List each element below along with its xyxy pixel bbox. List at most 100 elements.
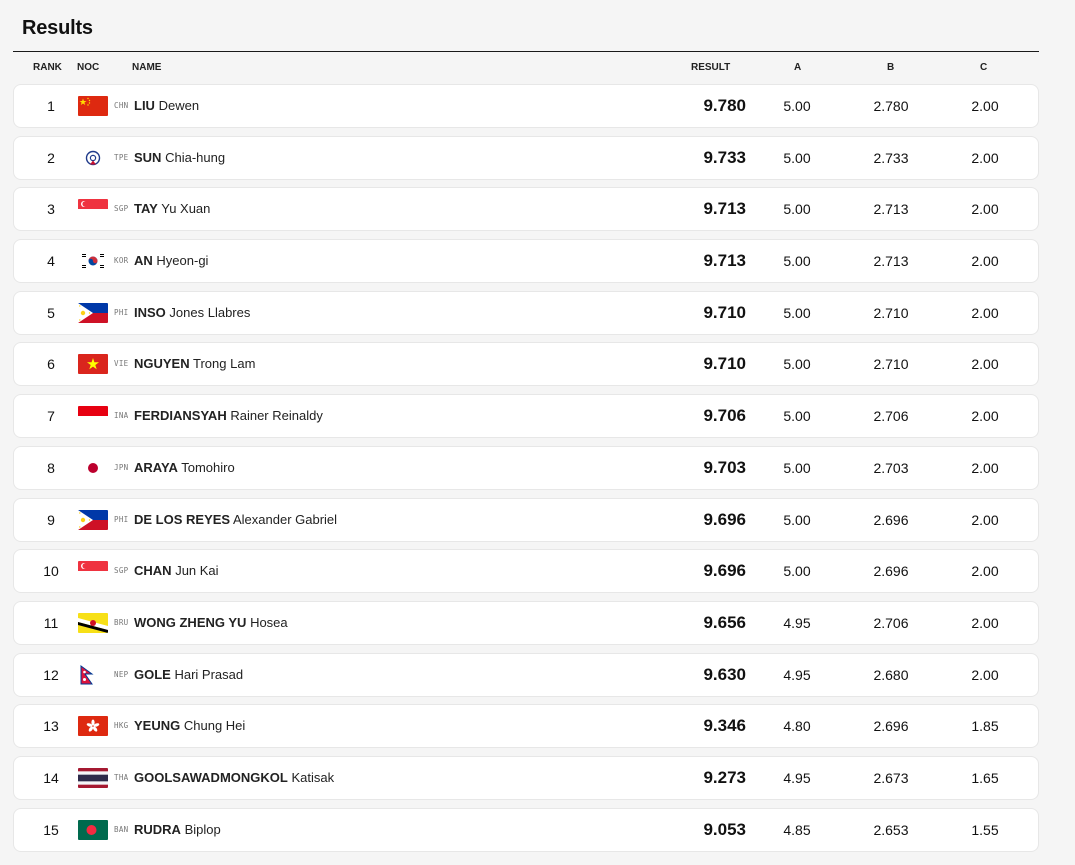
table-row[interactable]: 1 CHN LIU Dewen 9.780 5.00 2.780 2.00 — [13, 84, 1039, 128]
table-row[interactable]: 12 NEP GOLE Hari Prasad 9.630 4.95 2.680 2.00 — [13, 652, 1039, 697]
noc-code: JPN — [114, 462, 129, 472]
score-a-cell: 5.00 — [783, 563, 811, 580]
table-row[interactable]: 2 TPE SUN Chia-hung 9.733 5.00 2.733 2.00 — [13, 135, 1039, 180]
noc-code: CHN — [114, 101, 129, 110]
table-row[interactable]: 7 INA FERDIANSYAH Rainer Reinaldy 9.706 5.00… — [13, 394, 1039, 439]
table-row[interactable]: 8 JPN ARAYA Tomohiro 9.703 5.00 2.703 2.00 — [13, 445, 1039, 490]
athlete-name: TAY Yu Xuan — [134, 188, 210, 230]
athlete-name: INSO Jones Llabres — [134, 292, 250, 334]
noc-code: NEP — [114, 669, 129, 679]
athlete-last-name: SUN — [134, 149, 162, 165]
athlete-name: DE LOS REYES Alexander Gabriel — [134, 499, 337, 541]
flag-cell — [78, 457, 108, 478]
noc-code: HKG — [114, 721, 129, 731]
flag-cell — [78, 561, 108, 582]
score-a-cell: 5.00 — [783, 149, 811, 166]
score-a-cell: 5.00 — [783, 459, 811, 476]
score-b-cell: 2.780 — [873, 98, 909, 114]
athlete-first-name: Jones Llabres — [169, 304, 251, 320]
table-row[interactable]: 11 BRU WONG ZHENG YU Hosea 9.656 4.95 2.706 2.… — [13, 600, 1039, 645]
rank-cell: 11 — [43, 614, 59, 631]
result-cell: 9.630 — [703, 664, 746, 684]
score-b-cell: 2.710 — [873, 356, 909, 373]
flag-cell — [78, 406, 108, 427]
score-b-cell: 2.733 — [873, 149, 909, 166]
table-row[interactable]: 3 SGP TAY Yu Xuan 9.713 5.00 2.713 2.00 — [13, 187, 1039, 232]
table-row[interactable]: 4 KOR AN Hyeon-gi 9.713 5.00 2.713 2.00 — [13, 239, 1039, 284]
athlete-last-name: AN — [134, 253, 153, 269]
table-row[interactable]: 14 THA GOOLSAWADMONGKOL Katisak 9.273 4.95 2.… — [13, 755, 1039, 800]
score-a-cell: 5.00 — [783, 511, 811, 528]
athlete-first-name: Tomohiro — [181, 459, 235, 475]
score-b-cell: 2.696 — [873, 718, 909, 735]
athlete-name: CHAN Jun Kai — [134, 550, 219, 592]
table-row[interactable]: 10 SGP CHAN Jun Kai 9.696 5.00 2.696 2.00 — [13, 549, 1039, 594]
athlete-last-name: GOOLSAWADMONGKOL — [134, 769, 288, 785]
score-a-cell: 5.00 — [783, 304, 811, 321]
nepal-flag-icon — [78, 664, 108, 685]
score-c-cell: 2.00 — [971, 149, 999, 166]
score-b-cell: 2.653 — [873, 821, 909, 838]
header-c: C — [980, 62, 988, 73]
header-noc: NOC — [77, 62, 100, 73]
noc-code: BAN — [114, 824, 129, 834]
header-b: B — [887, 62, 895, 73]
athlete-name: NGUYEN Trong Lam — [134, 343, 255, 385]
score-b-cell: 2.680 — [873, 666, 909, 683]
rank-cell: 10 — [43, 563, 59, 580]
athlete-last-name: NGUYEN — [134, 356, 190, 372]
score-c-cell: 1.65 — [971, 769, 999, 786]
noc-code: BRU — [114, 617, 129, 627]
athlete-name: GOOLSAWADMONGKOL Katisak — [134, 757, 334, 799]
score-a-cell: 5.00 — [783, 201, 811, 218]
flag-cell — [78, 664, 108, 685]
athlete-name: SUN Chia-hung — [134, 137, 225, 179]
vietnam-flag-icon — [78, 354, 108, 375]
result-cell: 9.780 — [703, 96, 746, 115]
athlete-name: ARAYA Tomohiro — [134, 447, 235, 489]
athlete-last-name: FERDIANSYAH — [134, 408, 227, 424]
rank-cell: 4 — [47, 253, 55, 270]
athlete-first-name: Dewen — [158, 98, 200, 113]
result-cell: 9.696 — [703, 561, 746, 581]
noc-code: INA — [114, 411, 129, 421]
athlete-last-name: CHAN — [134, 563, 172, 579]
athlete-first-name: Hyeon-gi — [156, 253, 209, 269]
rank-cell: 14 — [43, 769, 59, 786]
table-row[interactable]: 15 BAN RUDRA Biplop 9.053 4.85 2.653 1.55 — [13, 807, 1039, 852]
score-c-cell: 2.00 — [971, 563, 999, 580]
rank-cell: 3 — [47, 201, 55, 218]
athlete-last-name: WONG ZHENG YU — [134, 614, 247, 630]
table-row[interactable]: 6 VIE NGUYEN Trong Lam 9.710 5.00 2.710 2.00 — [13, 342, 1039, 387]
results-page: Results RANK NOC NAME RESULT A B C 1 CHN L… — [0, 0, 1075, 865]
noc-code: KOR — [114, 256, 129, 266]
score-b-cell: 2.713 — [873, 253, 909, 270]
rank-cell: 8 — [47, 459, 55, 476]
china-flag-icon — [78, 96, 108, 116]
score-a-cell: 4.85 — [783, 821, 811, 838]
flag-cell — [78, 199, 108, 220]
table-row[interactable]: 13 HKG YEUNG Chung Hei 9.346 4.80 2.696 1.85 — [13, 704, 1039, 749]
score-c-cell: 2.00 — [971, 253, 999, 270]
score-c-cell: 1.55 — [971, 821, 999, 838]
hong-kong-flag-icon — [78, 716, 108, 737]
athlete-first-name: Katisak — [291, 769, 335, 785]
score-c-cell: 2.00 — [971, 459, 999, 476]
score-c-cell: 2.00 — [971, 408, 999, 425]
athlete-first-name: Hari Prasad — [174, 666, 244, 682]
athlete-last-name: TAY — [134, 201, 158, 217]
flag-cell — [78, 354, 108, 375]
score-a-cell: 5.00 — [783, 356, 811, 373]
score-b-cell: 2.706 — [873, 614, 909, 631]
athlete-first-name: Biplop — [184, 821, 221, 837]
athlete-first-name: Chung Hei — [183, 718, 246, 734]
table-row[interactable]: 9 PHI DE LOS REYES Alexander Gabriel 9.696 5… — [13, 497, 1039, 542]
table-row[interactable]: 5 PHI INSO Jones Llabres 9.710 5.00 2.710 2.00 — [13, 290, 1039, 335]
score-a-cell: 4.95 — [783, 614, 811, 631]
athlete-first-name: Rainer Reinaldy — [230, 408, 323, 424]
korea-flag-icon — [78, 251, 108, 272]
rank-cell: 6 — [47, 356, 55, 373]
athlete-last-name: LIU — [134, 98, 155, 113]
result-cell: 9.706 — [703, 406, 746, 426]
result-cell: 9.710 — [703, 302, 746, 322]
